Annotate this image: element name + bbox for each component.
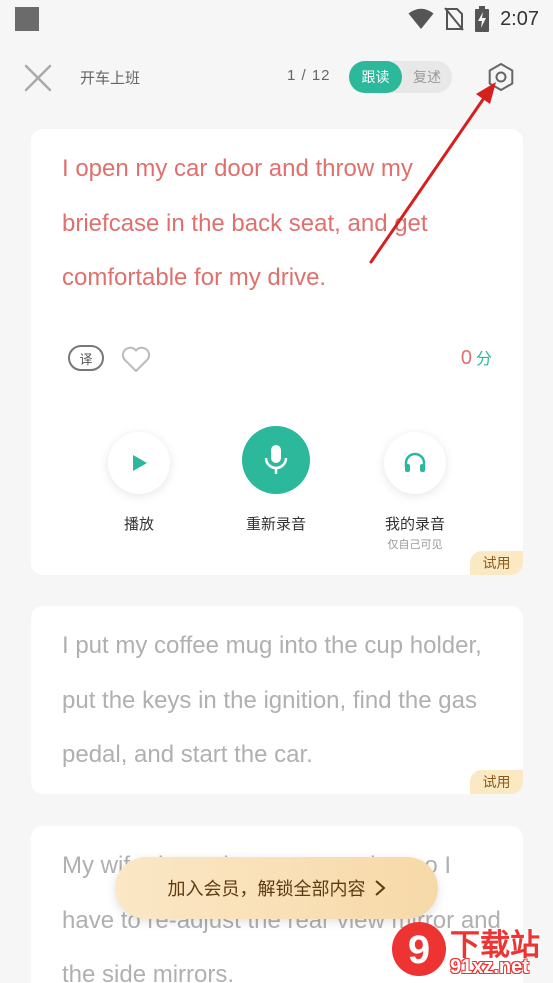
logo-icon: 9 <box>392 922 446 976</box>
join-membership-label: 加入会员，解锁全部内容 <box>167 879 366 900</box>
svg-text:9: 9 <box>408 928 430 972</box>
sentence-card[interactable]: I put my coffee mug into the cup holder,… <box>31 606 523 794</box>
score-unit: 分 <box>475 349 492 368</box>
heart-icon <box>121 346 151 372</box>
status-icons: 2:07 <box>408 5 539 33</box>
favorite-button[interactable] <box>120 343 152 375</box>
join-membership-button[interactable]: 加入会员，解锁全部内容 <box>115 857 438 919</box>
my-recording-label: 我的录音 <box>384 515 445 533</box>
sentence-text: I put my coffee mug into the cup holder,… <box>62 632 482 768</box>
close-button[interactable] <box>22 62 54 94</box>
play-label: 播放 <box>123 515 154 533</box>
play-icon <box>133 455 147 471</box>
notification-icon <box>15 7 39 31</box>
microphone-icon <box>264 445 288 474</box>
watermark-logo: 9 下载站 91xz.net <box>390 918 553 983</box>
sentence-text: I open my car door and throw my briefcas… <box>62 155 428 291</box>
mode-toggle[interactable]: 跟读 复述 <box>349 61 452 93</box>
my-recording-button[interactable] <box>384 432 446 494</box>
sentence-card-active[interactable]: I open my car door and throw my briefcas… <box>31 129 523 575</box>
chevron-right-icon <box>374 880 386 896</box>
rerecord-label: 重新录音 <box>245 515 306 533</box>
translate-button[interactable]: 译 <box>68 345 104 371</box>
trial-badge: 试用 <box>470 770 523 794</box>
page-indicator: 1 / 12 <box>287 67 331 84</box>
watermark-url: 91xz.net <box>450 956 529 978</box>
close-icon <box>24 64 52 92</box>
lesson-title: 开车上班 <box>80 69 141 87</box>
no-sim-icon <box>444 7 464 31</box>
wifi-icon <box>408 8 434 29</box>
mode-follow-read[interactable]: 跟读 <box>349 61 402 93</box>
status-time: 2:07 <box>500 7 539 30</box>
headphones-icon <box>404 452 426 472</box>
rerecord-button[interactable] <box>242 426 310 494</box>
mode-retell[interactable]: 复述 <box>402 61 452 93</box>
battery-charging-icon <box>475 6 490 32</box>
status-bar: 2:07 <box>0 0 553 38</box>
settings-icon <box>488 63 514 91</box>
score-value: 0 <box>460 347 472 369</box>
my-recording-privacy-note: 仅自己可见 <box>387 538 443 551</box>
top-bar: 开车上班 1 / 12 跟读 复述 <box>0 44 553 110</box>
play-button[interactable] <box>108 432 170 494</box>
settings-button[interactable] <box>484 60 518 94</box>
trial-badge: 试用 <box>470 551 523 575</box>
score: 0 分 <box>461 345 492 370</box>
